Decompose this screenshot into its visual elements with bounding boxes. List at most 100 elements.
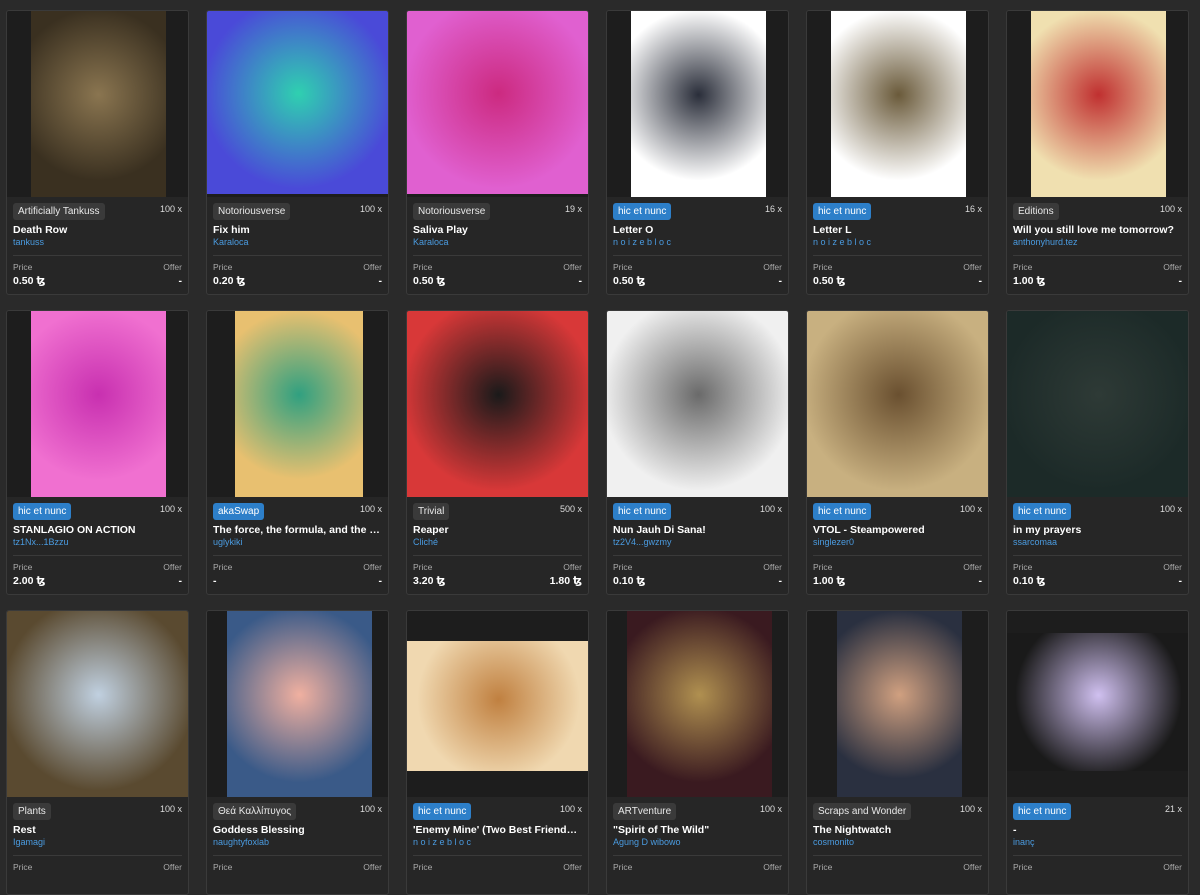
creator-link[interactable]: inanç	[1013, 837, 1035, 847]
collection-tag[interactable]: hic et nunc	[1013, 503, 1072, 520]
token-thumbnail[interactable]	[407, 311, 588, 497]
token-card[interactable]: hic et nunc 21 x - inanç Price Offer	[1006, 610, 1189, 895]
creator-link[interactable]: cosmonito	[813, 837, 854, 847]
token-thumbnail[interactable]	[1007, 11, 1188, 197]
token-title[interactable]: The Nightwatch	[813, 824, 982, 836]
token-card[interactable]: Notoriousverse 19 x Saliva Play Karaloca Pri…	[406, 10, 589, 295]
creator-link[interactable]: ssarcomaa	[1013, 537, 1057, 547]
collection-tag[interactable]: akaSwap	[213, 503, 265, 520]
offer-label: Offer	[763, 262, 782, 272]
token-title[interactable]: Letter L	[813, 224, 982, 236]
creator-link[interactable]: anthonyhurd.tez	[1013, 237, 1078, 247]
token-card[interactable]: Θεά Καλλίπυγος 100 x Goddess Blessing naugh…	[206, 610, 389, 895]
token-title[interactable]: Reaper	[413, 524, 582, 536]
token-thumbnail[interactable]	[7, 611, 188, 797]
price-value: -	[213, 575, 217, 587]
token-title[interactable]: in my prayers	[1013, 524, 1182, 536]
token-thumbnail[interactable]	[407, 611, 588, 797]
token-thumbnail[interactable]	[207, 311, 388, 497]
creator-link[interactable]: uglykiki	[213, 537, 243, 547]
token-card[interactable]: Trivial 500 x Reaper Cliché Price Offer 3.20 ꜩ…	[406, 310, 589, 595]
token-card[interactable]: hic et nunc 16 x Letter Ln o i z e b l o c…	[806, 10, 989, 295]
collection-tag[interactable]: hic et nunc	[1013, 803, 1072, 820]
token-title[interactable]: Letter O	[613, 224, 782, 236]
token-thumbnail[interactable]	[1007, 311, 1188, 497]
token-title[interactable]: Nun Jauh Di Sana!	[613, 524, 782, 536]
creator-link[interactable]: Agung D wibowo	[613, 837, 681, 847]
token-title[interactable]: Saliva Play	[413, 224, 582, 236]
creator-link[interactable]: Karaloca	[213, 237, 249, 247]
price-value: 1.00 ꜩ	[813, 575, 846, 587]
token-thumbnail[interactable]	[207, 611, 388, 797]
token-title[interactable]: VTOL - Steampowered	[813, 524, 982, 536]
token-card[interactable]: hic et nunc 100 x in my prayers ssarcomaa Pr…	[1006, 310, 1189, 595]
artwork-image	[627, 611, 772, 797]
token-card[interactable]: hic et nunc 16 x Letter On o i z e b l o c…	[606, 10, 789, 295]
editions-count: 16 x	[964, 204, 982, 214]
collection-tag[interactable]: Θεά Καλλίπυγος	[213, 803, 297, 820]
token-card[interactable]: akaSwap 100 x The force, the formula, and …	[206, 310, 389, 595]
token-card[interactable]: Editions 100 x Will you still love me tomo…	[1006, 10, 1189, 295]
creator-link[interactable]: Cliché	[413, 537, 438, 547]
price-label: Price	[13, 262, 33, 272]
creator-link[interactable]: n o i z e b l o c	[813, 237, 871, 247]
token-thumbnail[interactable]	[807, 11, 988, 197]
token-card[interactable]: hic et nunc 100 x VTOL - Steampowered singl…	[806, 310, 989, 595]
artwork-image	[407, 641, 588, 771]
collection-tag[interactable]: hic et nunc	[413, 803, 472, 820]
collection-tag[interactable]: hic et nunc	[613, 503, 672, 520]
token-title[interactable]: STANLAGIO ON ACTION	[13, 524, 182, 536]
collection-tag[interactable]: Editions	[1013, 203, 1059, 220]
collection-tag[interactable]: Artificially Tankuss	[13, 203, 105, 220]
token-card[interactable]: hic et nunc 100 x STANLAGIO ON ACTION tz1Nx…	[6, 310, 189, 595]
token-thumbnail[interactable]	[607, 11, 788, 197]
creator-link[interactable]: tz1Nx...1Bzzu	[13, 537, 69, 547]
collection-tag[interactable]: hic et nunc	[13, 503, 72, 520]
token-thumbnail[interactable]	[1007, 611, 1188, 797]
token-title[interactable]: Goddess Blessing	[213, 824, 382, 836]
creator-link[interactable]: n o i z e b l o c	[613, 237, 671, 247]
price-label: Price	[413, 862, 433, 872]
token-card[interactable]: hic et nunc 100 x 'Enemy Mine' (Two Best F…	[406, 610, 589, 895]
token-title[interactable]: Will you still love me tomorrow?	[1013, 224, 1182, 236]
token-title[interactable]: 'Enemy Mine' (Two Best Friends B...	[413, 824, 582, 836]
collection-tag[interactable]: Plants	[13, 803, 51, 820]
token-card[interactable]: hic et nunc 100 x Nun Jauh Di Sana! tz2V4..…	[606, 310, 789, 595]
token-title[interactable]: -	[1013, 824, 1182, 836]
creator-link[interactable]: tz2V4...gwzmy	[613, 537, 672, 547]
token-thumbnail[interactable]	[7, 11, 188, 197]
token-card[interactable]: Scraps and Wonder 100 x The Nightwatch cosm…	[806, 610, 989, 895]
token-title[interactable]: The force, the formula, and the fo...	[213, 524, 382, 536]
token-title[interactable]: Death Row	[13, 224, 182, 236]
token-thumbnail[interactable]	[207, 11, 388, 197]
collection-tag[interactable]: Scraps and Wonder	[813, 803, 912, 820]
token-card[interactable]: Plants 100 x Rest Igamagi Price Offer	[6, 610, 189, 895]
token-thumbnail[interactable]	[407, 11, 588, 197]
token-title[interactable]: Rest	[13, 824, 182, 836]
creator-link[interactable]: n o i z e b l o c	[413, 837, 471, 847]
token-thumbnail[interactable]	[7, 311, 188, 497]
collection-tag[interactable]: Notoriousverse	[413, 203, 491, 220]
price-label: Price	[813, 562, 833, 572]
collection-tag[interactable]: Trivial	[413, 503, 450, 520]
creator-link[interactable]: naughtyfoxlab	[213, 837, 269, 847]
creator-link[interactable]: tankuss	[13, 237, 44, 247]
token-card[interactable]: Artificially Tankuss 100 x Death Row tankus…	[6, 10, 189, 295]
token-card[interactable]: Notoriousverse 100 x Fix him Karaloca Price O…	[206, 10, 389, 295]
token-thumbnail[interactable]	[607, 611, 788, 797]
offer-label: Offer	[963, 862, 982, 872]
creator-link[interactable]: singlezer0	[813, 537, 854, 547]
token-title[interactable]: Fix him	[213, 224, 382, 236]
collection-tag[interactable]: hic et nunc	[613, 203, 672, 220]
collection-tag[interactable]: ARTventure	[613, 803, 677, 820]
collection-tag[interactable]: hic et nunc	[813, 203, 872, 220]
creator-link[interactable]: Igamagi	[13, 837, 45, 847]
token-thumbnail[interactable]	[607, 311, 788, 497]
token-thumbnail[interactable]	[807, 611, 988, 797]
token-thumbnail[interactable]	[807, 311, 988, 497]
token-title[interactable]: "Spirit of The Wild"	[613, 824, 782, 836]
collection-tag[interactable]: hic et nunc	[813, 503, 872, 520]
token-card[interactable]: ARTventure 100 x "Spirit of The Wild" Agung…	[606, 610, 789, 895]
collection-tag[interactable]: Notoriousverse	[213, 203, 291, 220]
creator-link[interactable]: Karaloca	[413, 237, 449, 247]
